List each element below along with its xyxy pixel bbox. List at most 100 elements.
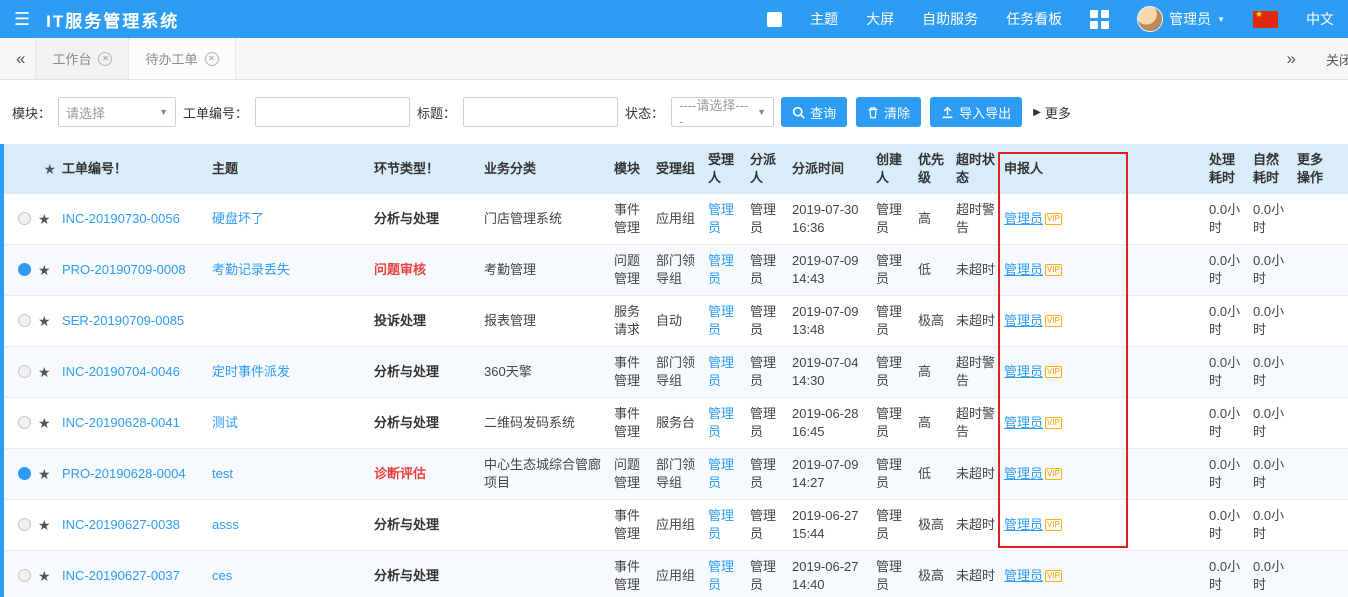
hamburger-menu-icon[interactable]: ☰ — [14, 10, 30, 28]
acceptor-link[interactable]: 管理员 — [708, 355, 734, 388]
acceptor-link[interactable]: 管理员 — [708, 253, 734, 286]
subject-link[interactable]: test — [212, 466, 233, 481]
row-radio[interactable] — [18, 212, 31, 225]
row-radio[interactable] — [18, 569, 31, 582]
topbar-menu-item[interactable]: 自助服务 — [922, 9, 978, 29]
acceptor-link[interactable]: 管理员 — [708, 202, 734, 235]
more-filters-toggle[interactable]: ▶ 更多 — [1033, 103, 1071, 122]
reporter-link[interactable]: 管理员 — [1004, 466, 1043, 481]
work-time-cell: 0.0小时 — [1205, 252, 1249, 287]
star-icon[interactable]: ★ — [38, 465, 51, 484]
tab-close-icon[interactable]: ✕ — [98, 52, 112, 66]
header-dispatcher[interactable]: 分派人 — [746, 151, 788, 186]
priority-cell: 低 — [914, 261, 952, 279]
header-natural-time[interactable]: 自然耗时 — [1249, 151, 1293, 186]
header-creator[interactable]: 创建人 — [872, 151, 914, 186]
chevron-down-icon: ▼ — [159, 107, 168, 117]
table-row: ★ INC-20190730-0056 硬盘坏了 分析与处理 门店管理系统 事件… — [4, 194, 1348, 245]
subject-link[interactable]: 测试 — [212, 415, 238, 430]
tabs-close-menu[interactable]: 关闭 — [1326, 38, 1348, 80]
row-radio[interactable] — [18, 518, 31, 531]
header-subject[interactable]: 主题 — [208, 160, 370, 178]
acceptor-link[interactable]: 管理员 — [708, 304, 734, 337]
star-icon[interactable]: ★ — [38, 567, 51, 586]
tab-close-icon[interactable]: ✕ — [205, 52, 219, 66]
acceptor-link[interactable]: 管理员 — [708, 559, 734, 592]
reporter-link[interactable]: 管理员 — [1004, 364, 1043, 379]
step-type-cell: 投诉处理 — [370, 312, 480, 330]
row-radio[interactable] — [18, 467, 31, 480]
header-more-actions: 更多操作 — [1293, 151, 1335, 186]
topbar-menu-item[interactable]: 主题 — [810, 9, 838, 29]
tab[interactable]: 待办工单 ✕ — [129, 38, 235, 79]
header-work-time[interactable]: 处理耗时 — [1205, 151, 1249, 186]
star-icon[interactable]: ★ — [38, 516, 51, 535]
order-no-link[interactable]: PRO-20190628-0004 — [62, 466, 186, 481]
topbar-menu-item[interactable]: 任务看板 — [1006, 9, 1062, 29]
flag-icon[interactable]: ★ — [1253, 11, 1278, 28]
header-priority[interactable]: 优先级 — [914, 151, 952, 186]
order-no-link[interactable]: SER-20190709-0085 — [62, 313, 184, 328]
row-radio[interactable] — [18, 365, 31, 378]
fullscreen-icon[interactable] — [767, 12, 782, 27]
row-radio[interactable] — [18, 416, 31, 429]
acceptor-link[interactable]: 管理员 — [708, 508, 734, 541]
order-no-link[interactable]: INC-20190704-0046 — [62, 364, 180, 379]
apps-grid-icon[interactable] — [1090, 10, 1109, 29]
header-order-no[interactable]: 工单编号！ — [58, 160, 208, 178]
row-radio[interactable] — [18, 314, 31, 327]
star-icon[interactable]: ★ — [38, 414, 51, 433]
tabs-scroll-left-icon[interactable]: « — [6, 49, 35, 69]
order-no-link[interactable]: PRO-20190709-0008 — [62, 262, 186, 277]
row-radio[interactable] — [18, 263, 31, 276]
dispatch-time-cell: 2019-07-09 14:27 — [788, 456, 872, 491]
header-category[interactable]: 业务分类 — [480, 160, 610, 178]
header-group[interactable]: 受理组 — [652, 160, 704, 178]
creator-cell: 管理员 — [872, 507, 914, 542]
header-module[interactable]: 模块 — [610, 160, 652, 178]
subject-link[interactable]: asss — [212, 517, 239, 532]
topbar-menu-item[interactable]: 大屏 — [866, 9, 894, 29]
user-menu[interactable]: 管理员 ▼ — [1137, 6, 1225, 32]
star-icon[interactable]: ★ — [38, 312, 51, 331]
header-timeout[interactable]: 超时状态 — [952, 151, 1000, 186]
acceptor-link[interactable]: 管理员 — [708, 406, 734, 439]
import-export-button[interactable]: 导入导出 — [930, 97, 1022, 127]
module-select[interactable]: 请选择 ▼ — [58, 97, 176, 127]
order-no-link[interactable]: INC-20190627-0038 — [62, 517, 180, 532]
header-step[interactable]: 环节类型！ — [370, 160, 480, 178]
avatar[interactable] — [1137, 6, 1163, 32]
header-dispatch-time[interactable]: 分派时间 — [788, 160, 872, 178]
tab[interactable]: 工作台 ✕ — [35, 38, 129, 79]
tabs-scroll-right-icon[interactable]: » — [1277, 49, 1306, 69]
subject-link[interactable]: 硬盘坏了 — [212, 211, 264, 226]
order-no-link[interactable]: INC-20190627-0037 — [62, 568, 180, 583]
reporter-link[interactable]: 管理员 — [1004, 313, 1043, 328]
subject-link[interactable]: 考勤记录丢失 — [212, 262, 290, 277]
work-time-cell: 0.0小时 — [1205, 558, 1249, 593]
reporter-link[interactable]: 管理员 — [1004, 415, 1043, 430]
star-icon[interactable]: ★ — [38, 261, 51, 280]
status-select-value: ----请选择---- — [679, 95, 751, 129]
order-no-link[interactable]: INC-20190628-0041 — [62, 415, 180, 430]
reporter-link[interactable]: 管理员 — [1004, 517, 1043, 532]
tabs-wrap: 工作台 ✕ 待办工单 ✕ — [35, 38, 235, 79]
subject-link[interactable]: 定时事件派发 — [212, 364, 290, 379]
reporter-link[interactable]: 管理员 — [1004, 568, 1043, 583]
acceptor-link[interactable]: 管理员 — [708, 457, 734, 490]
header-reporter[interactable]: 申报人 — [1000, 160, 1122, 178]
status-select[interactable]: ----请选择---- ▼ — [671, 97, 774, 127]
title-input[interactable] — [463, 97, 618, 127]
clear-button[interactable]: 清除 — [856, 97, 921, 127]
star-icon[interactable]: ★ — [38, 363, 51, 382]
header-acceptor[interactable]: 受理人 — [704, 151, 746, 186]
search-button[interactable]: 查询 — [781, 97, 847, 127]
star-icon[interactable]: ★ — [38, 210, 51, 229]
order-no-link[interactable]: INC-20190730-0056 — [62, 211, 180, 226]
reporter-link[interactable]: 管理员 — [1004, 262, 1043, 277]
vip-badge: VIP — [1045, 570, 1062, 582]
order-no-input[interactable] — [255, 97, 410, 127]
language-switch[interactable]: 中文 — [1306, 9, 1334, 29]
subject-link[interactable]: ces — [212, 568, 232, 583]
reporter-link[interactable]: 管理员 — [1004, 211, 1043, 226]
